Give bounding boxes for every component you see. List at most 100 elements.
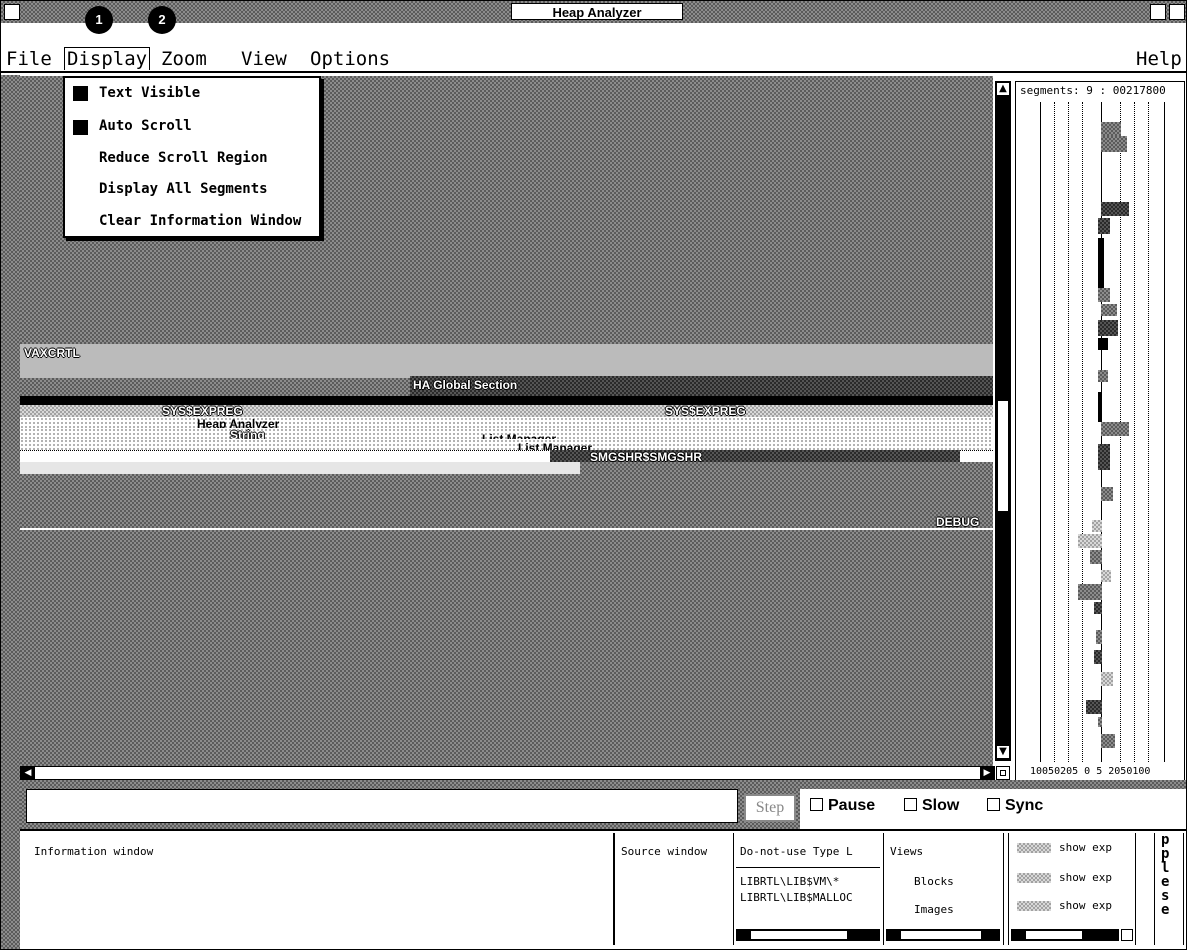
- menu-view[interactable]: View: [239, 48, 289, 70]
- menu-reduce-scroll-region[interactable]: Reduce Scroll Region: [99, 150, 268, 166]
- segment-mark[interactable]: [1101, 487, 1113, 501]
- source-window[interactable]: Source window: [614, 833, 734, 945]
- scroll-left-arrow-icon[interactable]: ◀: [21, 767, 35, 779]
- main-horizontal-scrollbar[interactable]: ◀ ▶: [20, 766, 995, 780]
- legend-scrollbar[interactable]: [1011, 929, 1119, 941]
- label-vaxcrtl: VAXCRTL: [24, 346, 80, 360]
- information-window[interactable]: Information window: [20, 833, 614, 945]
- scroll-corner-icon[interactable]: [996, 766, 1010, 780]
- grid-line: [1134, 102, 1135, 762]
- grid-line: [1054, 102, 1055, 762]
- segment-mark[interactable]: [1098, 288, 1110, 302]
- scroll-down-arrow-icon[interactable]: ▼: [996, 745, 1010, 759]
- pause-checkbox[interactable]: Pause: [810, 797, 875, 815]
- menu-help[interactable]: Help: [1134, 48, 1184, 70]
- scroll-right-arrow-icon[interactable]: ▶: [980, 767, 994, 779]
- segment-mark[interactable]: [1098, 392, 1102, 422]
- segment-mark[interactable]: [1098, 218, 1110, 234]
- segment-debug-line[interactable]: [20, 528, 993, 530]
- do-not-use-pane[interactable]: Do-not-use Type L LIBRTL\LIB$VM\* LIBRTL…: [734, 833, 884, 945]
- segment-mark[interactable]: [1094, 602, 1102, 614]
- main-vertical-scrollbar[interactable]: ▲ ▼: [995, 81, 1011, 761]
- segment-mark[interactable]: [1101, 422, 1129, 436]
- menu-display[interactable]: Display: [64, 47, 151, 70]
- command-input[interactable]: [26, 789, 738, 823]
- side-tab-letters: p p l e s e: [1161, 833, 1169, 917]
- do-not-use-scrollbar[interactable]: [736, 929, 880, 941]
- menu-text-visible[interactable]: Text Visible: [99, 85, 200, 101]
- views-header: Views: [890, 845, 924, 858]
- pause-label: Pause: [828, 797, 876, 814]
- window-menu-button[interactable]: [4, 4, 20, 20]
- segment-mark[interactable]: [1098, 717, 1102, 727]
- segment-mark[interactable]: [1098, 370, 1108, 382]
- views-item-images[interactable]: Images: [914, 903, 954, 916]
- maximize-button[interactable]: [1169, 4, 1185, 20]
- heap-analyzer-window: Heap Analyzer 1 2 File Display Zoom View…: [0, 0, 1187, 950]
- segment-vaxcrtl[interactable]: [20, 344, 993, 378]
- views-pane[interactable]: Views Blocks Images: [884, 833, 1004, 945]
- label-ha-global: HA Global Section: [413, 378, 518, 392]
- check-text-visible-icon: [73, 86, 88, 101]
- segment-mark[interactable]: [1078, 534, 1102, 548]
- segment-list-manager[interactable]: [20, 439, 993, 450]
- segment-mark[interactable]: [1086, 700, 1102, 714]
- segment-mark[interactable]: [1096, 630, 1102, 644]
- views-scrollbar[interactable]: [886, 929, 1000, 941]
- legend-pane[interactable]: show exp show exp show exp: [1008, 833, 1136, 945]
- legend-swatch: [1017, 843, 1051, 853]
- panel-axis-line: [1164, 102, 1165, 762]
- legend-show-exp[interactable]: show exp: [1059, 841, 1112, 854]
- segment-mark[interactable]: [1092, 520, 1102, 532]
- legend-show-exp[interactable]: show exp: [1059, 871, 1112, 884]
- segment-mark[interactable]: [1098, 238, 1104, 288]
- minimize-button[interactable]: [1150, 4, 1166, 20]
- side-letter: l: [1161, 860, 1170, 876]
- menu-auto-scroll[interactable]: Auto Scroll: [99, 118, 192, 134]
- segment-mark[interactable]: [1098, 444, 1110, 470]
- views-item-blocks[interactable]: Blocks: [914, 875, 954, 888]
- do-not-use-entry[interactable]: LIBRTL\LIB$VM\*: [740, 875, 839, 888]
- segment-mark[interactable]: [1098, 320, 1118, 336]
- sync-checkbox[interactable]: Sync: [987, 797, 1043, 815]
- callout-1: 1: [85, 6, 113, 34]
- segments-scale: 10050205 0 5 2050100: [1030, 766, 1151, 777]
- check-auto-scroll-icon: [73, 120, 88, 135]
- menu-zoom[interactable]: Zoom: [159, 48, 209, 70]
- grid-line: [1082, 102, 1083, 762]
- segment-mark[interactable]: [1098, 338, 1108, 350]
- label-sys-exprec-2: SYS$EXPREG: [665, 404, 746, 418]
- title-bar[interactable]: Heap Analyzer: [1, 1, 1186, 23]
- slow-checkbox[interactable]: Slow: [904, 797, 959, 815]
- segment-mark[interactable]: [1101, 672, 1113, 686]
- legend-swatch: [1017, 901, 1051, 911]
- segment-mark[interactable]: [1090, 550, 1102, 564]
- side-tab-pane[interactable]: p p l e s e: [1154, 833, 1184, 945]
- segment-mark[interactable]: [1101, 122, 1121, 136]
- menu-options[interactable]: Options: [308, 48, 392, 70]
- label-debug: DEBUG: [936, 515, 980, 529]
- vertical-scroll-thumb[interactable]: [998, 401, 1008, 511]
- do-not-use-header: Do-not-use Type L: [740, 845, 853, 858]
- window-title: Heap Analyzer: [511, 3, 683, 20]
- scroll-up-arrow-icon[interactable]: ▲: [996, 82, 1010, 96]
- segment-mark[interactable]: [1094, 650, 1102, 664]
- do-not-use-entry[interactable]: LIBRTL\LIB$MALLOC: [740, 891, 853, 904]
- legend-checkbox[interactable]: [1121, 929, 1133, 941]
- legend-swatch: [1017, 873, 1051, 883]
- segment-light-band[interactable]: [20, 462, 580, 474]
- side-letter: p: [1161, 832, 1170, 848]
- segment-mark[interactable]: [1101, 202, 1129, 216]
- segment-mark[interactable]: [1101, 570, 1111, 582]
- segment-mark[interactable]: [1101, 136, 1127, 152]
- step-button[interactable]: Step: [744, 794, 796, 822]
- label-sys-exprec-1: SYS$EXPREG: [162, 404, 243, 418]
- segment-mark[interactable]: [1101, 734, 1115, 748]
- segment-mark[interactable]: [1078, 584, 1102, 600]
- legend-show-exp[interactable]: show exp: [1059, 899, 1112, 912]
- menu-file[interactable]: File: [4, 48, 54, 70]
- menu-clear-information-window[interactable]: Clear Information Window: [99, 213, 301, 229]
- menu-display-all-segments[interactable]: Display All Segments: [99, 181, 268, 197]
- segment-mark[interactable]: [1101, 304, 1117, 316]
- segment-heap-analyzer[interactable]: [20, 417, 993, 428]
